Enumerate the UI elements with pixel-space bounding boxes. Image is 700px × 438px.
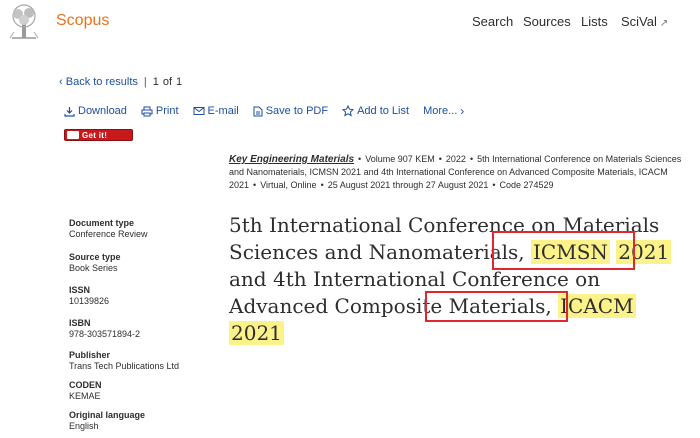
chevron-left-icon: ‹ [59,76,66,88]
meta-label: Document type [69,218,135,228]
more-button[interactable]: More... › [423,104,464,118]
annotation-box-icmsn [492,231,635,270]
source-volume: Volume 907 KEM [365,154,435,164]
external-link-icon: ↗ [659,18,669,29]
elsevier-tree-logo [9,4,39,39]
bullet: • [320,180,324,190]
nav-scival[interactable]: SciVal ↗ [621,14,668,29]
meta-value: 978-303571894-2 [69,329,141,339]
meta-value: English [69,421,99,431]
bullet: • [358,154,362,164]
meta-label: ISBN [69,318,91,328]
print-button[interactable]: Print [141,105,179,117]
add-to-list-button[interactable]: Add to List [342,105,409,117]
bullet: • [492,180,496,190]
annotation-box-icacm [425,291,568,322]
bullet: • [469,154,474,164]
result-index: 1 [152,76,159,88]
highlight-term: ICACM [558,294,636,318]
bullet: • [253,180,257,190]
meta-publisher: Publisher Trans Tech Publications Ltd [69,350,179,372]
get-it-button[interactable]: Get it! [64,129,133,141]
nav-lists[interactable]: Lists [581,14,608,29]
meta-source-type: Source type Book Series [69,252,121,274]
source-dates: 25 August 2021 through 27 August 2021 [327,180,489,190]
source-location: Virtual, Online [260,180,317,190]
meta-label: Original language [69,410,146,420]
meta-label: Source type [69,252,121,262]
result-total: 1 [176,76,183,88]
save-to-pdf-button[interactable]: Save to PDF [253,105,328,117]
library-icon [67,131,79,139]
results-navigation: ‹ Back to results | 1 of 1 [59,76,182,88]
source-code: Code 274529 [499,180,554,190]
meta-label: Publisher [69,350,111,360]
highlight-term: 2021 [229,321,284,345]
document-actions: Download Print E-mail Save to PDF Add to… [64,104,478,118]
download-label: Download [78,105,127,117]
journal-link[interactable]: Key Engineering Materials [229,154,354,165]
email-icon [193,107,205,115]
meta-value: Conference Review [69,229,148,239]
save-to-pdf-label: Save to PDF [265,105,329,117]
source-year: 2022 [445,154,466,164]
meta-coden: CODEN KEMAE [69,380,102,402]
download-icon [64,106,75,117]
meta-value: Trans Tech Publications Ltd [69,361,180,371]
nav-scival-label: SciVal [621,14,657,29]
chevron-right-icon: › [460,104,465,118]
back-to-results-label: Back to results [65,76,138,88]
meta-isbn: ISBN 978-303571894-2 [69,318,140,340]
download-button[interactable]: Download [64,105,127,117]
meta-value: 10139826 [69,296,110,306]
meta-original-language: Original language English [69,410,145,432]
bullet: • [438,154,442,164]
more-label: More... [423,105,458,117]
pdf-icon [253,106,263,116]
print-label: Print [155,105,179,117]
nav-sources[interactable]: Sources [523,14,571,29]
meta-document-type: Document type Conference Review [69,218,148,240]
meta-label: CODEN [69,380,102,390]
scopus-brand[interactable]: Scopus [56,12,109,30]
back-to-results-link[interactable]: ‹ Back to results [59,76,138,88]
result-of: of [162,76,173,88]
meta-label: ISSN [69,285,91,295]
print-icon [141,106,153,116]
source-information: Key Engineering Materials • Volume 907 KEM… [229,153,689,192]
email-label: E-mail [207,105,239,117]
get-it-label: Get it! [82,130,108,140]
nav-search[interactable]: Search [472,14,513,29]
email-button[interactable]: E-mail [193,105,239,117]
meta-value: Book Series [69,263,118,273]
meta-issn: ISSN 10139826 [69,285,109,307]
star-icon [342,105,355,117]
meta-value: KEMAE [69,391,101,401]
add-to-list-label: Add to List [357,105,410,117]
divider: | [143,76,147,88]
